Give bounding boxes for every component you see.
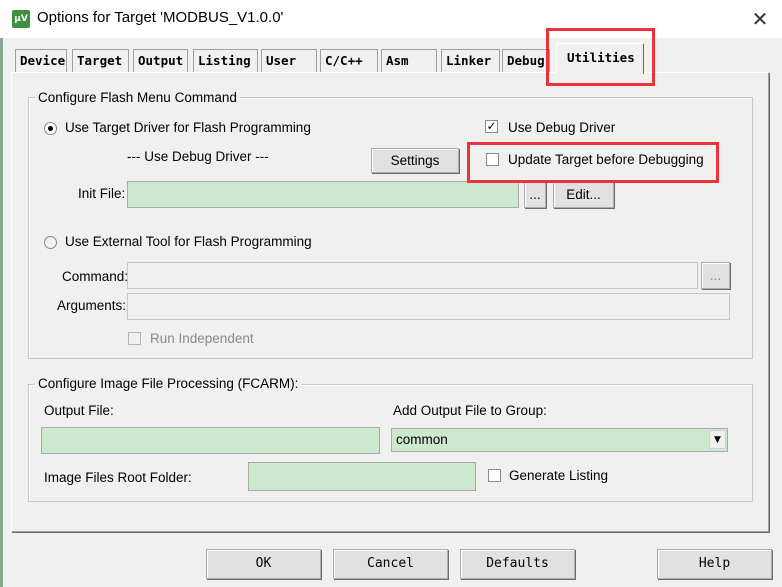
update-target-label[interactable]: Update Target before Debugging [508, 152, 704, 167]
init-file-label: Init File: [78, 186, 126, 201]
use-debug-driver-checkbox[interactable]: ✓ [485, 120, 498, 133]
use-target-driver-radio[interactable] [44, 122, 57, 135]
add-output-file-label: Add Output File to Group: [393, 403, 547, 418]
help-button[interactable]: Help [657, 549, 772, 579]
run-independent-label[interactable]: Run Independent [150, 331, 254, 346]
title-bar: µV Options for Target 'MODBUS_V1.0.0' ✕ [0, 0, 782, 38]
chevron-down-icon[interactable]: ▼ [709, 430, 726, 449]
init-file-browse-button[interactable]: ... [524, 181, 546, 208]
output-file-input[interactable] [41, 427, 380, 454]
debug-driver-note: --- Use Debug Driver --- [127, 149, 269, 164]
tab-utilities[interactable]: Utilities [556, 43, 644, 74]
output-group-select[interactable]: common ▼ [391, 428, 728, 452]
use-debug-driver-label[interactable]: Use Debug Driver [508, 120, 615, 135]
use-external-tool-label[interactable]: Use External Tool for Flash Programming [65, 234, 312, 249]
run-independent-checkbox[interactable] [128, 332, 141, 345]
keil-uvision-icon: µV [12, 10, 30, 28]
image-file-processing-group-title: Configure Image File Processing (FCARM): [35, 376, 302, 391]
image-root-folder-label: Image Files Root Folder: [44, 470, 192, 485]
tab-asm[interactable]: Asm [381, 49, 437, 72]
tab-listing[interactable]: Listing [193, 49, 258, 72]
command-browse-button[interactable]: ... [701, 262, 730, 289]
tab-user[interactable]: User [261, 49, 317, 72]
use-external-tool-radio[interactable] [44, 236, 57, 249]
cancel-button[interactable]: Cancel [333, 549, 448, 579]
edit-button[interactable]: Edit... [553, 181, 614, 208]
use-target-driver-label[interactable]: Use Target Driver for Flash Programming [65, 120, 311, 135]
image-root-folder-input[interactable] [248, 462, 476, 491]
settings-button[interactable]: Settings [371, 148, 459, 173]
generate-listing-checkbox[interactable] [488, 469, 501, 482]
output-group-select-value: common [396, 432, 448, 447]
window-title: Options for Target 'MODBUS_V1.0.0' [37, 9, 284, 26]
command-input[interactable] [127, 262, 698, 289]
tab-device[interactable]: Device [15, 49, 67, 72]
ok-button[interactable]: OK [206, 549, 321, 579]
arguments-input[interactable] [127, 293, 730, 320]
init-file-input[interactable] [127, 181, 519, 208]
background-window-edge [0, 38, 3, 587]
output-file-label: Output File: [44, 403, 114, 418]
update-target-checkbox[interactable] [486, 153, 499, 166]
tab-c-cpp[interactable]: C/C++ [320, 49, 378, 72]
flash-menu-group-title: Configure Flash Menu Command [35, 90, 240, 105]
arguments-label: Arguments: [57, 298, 127, 313]
generate-listing-label[interactable]: Generate Listing [509, 468, 608, 483]
command-label: Command: [62, 269, 129, 284]
tab-linker[interactable]: Linker [441, 49, 500, 72]
tab-target[interactable]: Target [72, 49, 129, 72]
tab-output[interactable]: Output [133, 49, 188, 72]
defaults-button[interactable]: Defaults [460, 549, 575, 579]
close-icon[interactable]: ✕ [740, 4, 780, 34]
tab-debug[interactable]: Debug [502, 49, 550, 72]
